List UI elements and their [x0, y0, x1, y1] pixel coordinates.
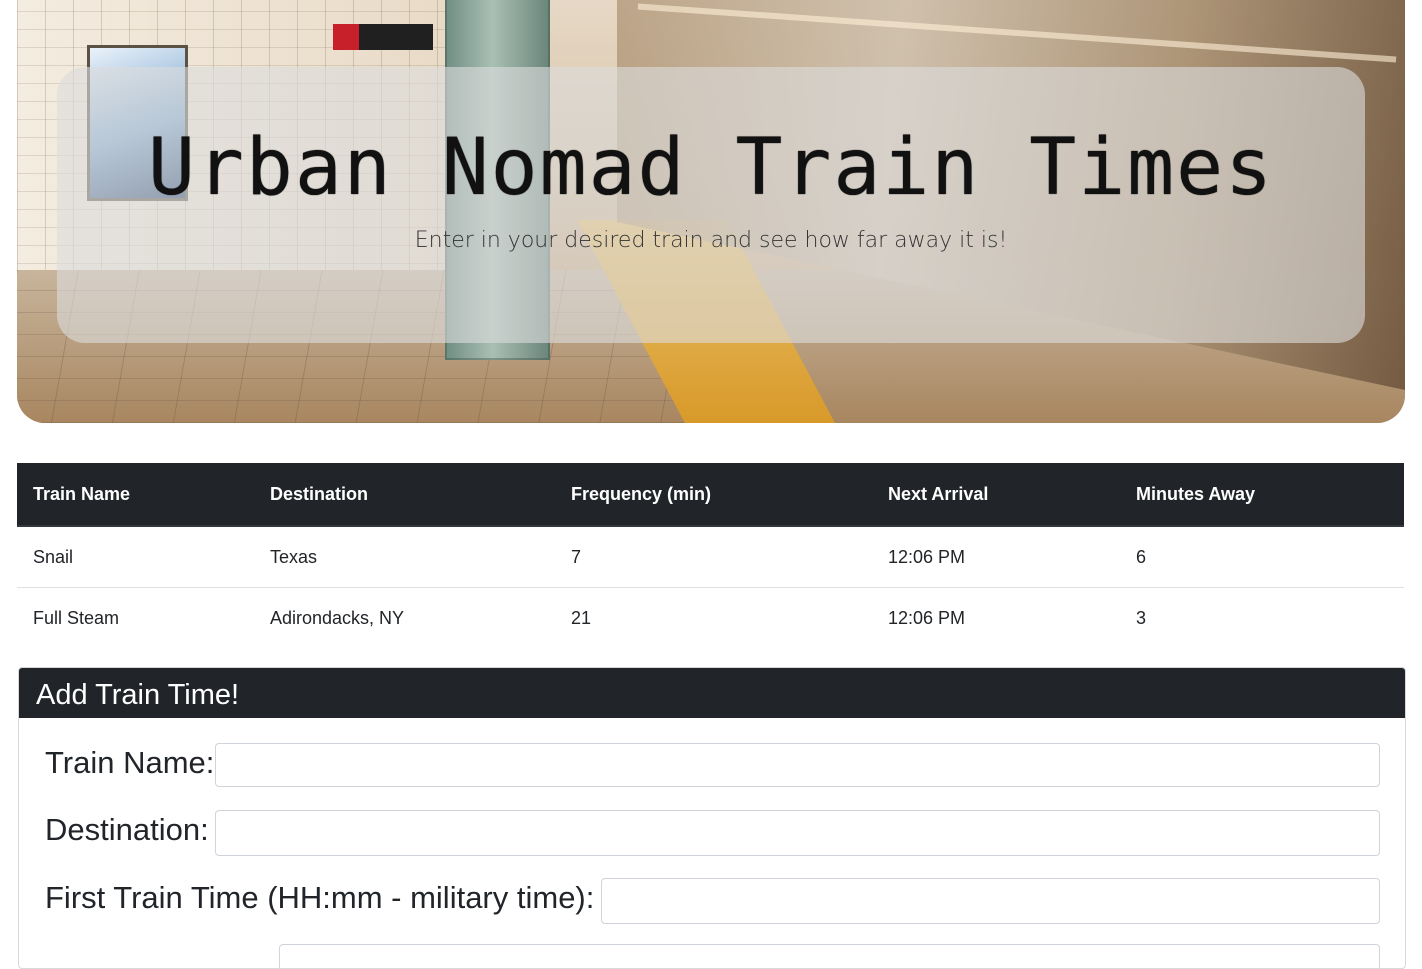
- add-train-card: Add Train Time! Train Name: Destination:…: [18, 667, 1406, 969]
- cell-next-arrival: 12:06 PM: [888, 607, 966, 628]
- table-row: Full Steam Adirondacks, NY 21 12:06 PM 3: [17, 588, 1404, 649]
- page-title: Urban Nomad Train Times: [147, 123, 1275, 213]
- destination-label: Destination:: [45, 812, 209, 847]
- first-train-time-input[interactable]: [601, 878, 1380, 924]
- train-schedule-table: Train Name Destination Frequency (min) N…: [17, 463, 1404, 648]
- exit-arrow-icon: [333, 24, 359, 50]
- destination-input[interactable]: [215, 810, 1380, 856]
- cell-destination: Adirondacks, NY: [270, 607, 405, 628]
- cell-minutes-away: 3: [1136, 607, 1147, 628]
- column-header-destination: Destination: [254, 463, 555, 527]
- form-row-train-name: Train Name:: [19, 743, 1405, 791]
- column-header-minutes-away: Minutes Away: [1120, 463, 1404, 527]
- form-row-first-train-time: First Train Time (HH:mm - military time)…: [19, 878, 1405, 926]
- cell-next-arrival: 12:06 PM: [872, 526, 1120, 588]
- table-header-row: Train Name Destination Frequency (min) N…: [17, 463, 1404, 527]
- page-subtitle: Enter in your desired train and see how …: [414, 228, 1008, 253]
- train-name-label: Train Name:: [45, 745, 215, 780]
- train-name-input[interactable]: [215, 743, 1380, 787]
- cell-frequency: 21: [571, 607, 592, 628]
- cell-frequency: 7: [555, 526, 872, 588]
- column-header-frequency: Frequency (min): [555, 463, 872, 527]
- first-train-time-label: First Train Time (HH:mm - military time)…: [45, 880, 595, 915]
- form-row-destination: Destination:: [19, 810, 1405, 858]
- cell-minutes-away: 6: [1120, 526, 1404, 588]
- column-header-next-arrival: Next Arrival: [872, 463, 1120, 527]
- add-train-card-header: Add Train Time!: [19, 668, 1405, 718]
- cell-destination: Texas: [254, 526, 555, 588]
- table-row: Snail Texas 7 12:06 PM 6: [17, 526, 1404, 588]
- column-header-train-name: Train Name: [17, 463, 254, 527]
- cell-train-name: Full Steam: [33, 607, 120, 628]
- cell-train-name: Snail: [17, 526, 254, 588]
